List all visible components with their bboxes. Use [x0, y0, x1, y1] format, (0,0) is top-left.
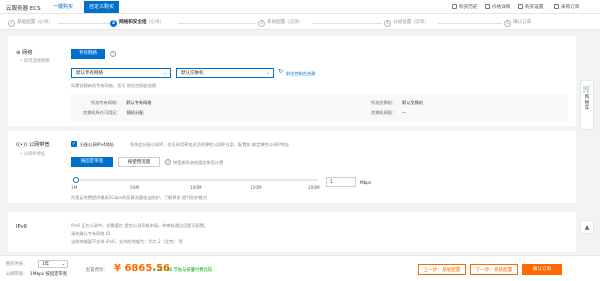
bandwidth-section: ((•)) 公网带宽 • 公网IP地址 ✓ 分配公网IPv4地址 系统会分配公网… [8, 131, 576, 203]
price-detail-link[interactable]: 价格详情 [485, 4, 510, 10]
ipv6-line-1: IPv6 正在公测中，如需要在 提交公测资格申请，待审核通过后即可配置。 [71, 223, 209, 228]
savings-note: ¥ 357.08 节省与按量付费比较 [153, 268, 213, 273]
pay-by-traffic-button[interactable]: 按使用流量 [118, 157, 160, 167]
tab-quick-buy[interactable]: 一键购买 [48, 1, 78, 13]
network-section: ⊕ 网络 • 如何选择网络 专有网络 ? 默认专有网络 ⌄ 默认交换机 ⌄ ↻ 前往… [8, 36, 576, 126]
tick-label: 100M [190, 185, 202, 190]
price-icon [485, 4, 490, 9]
vpc-select[interactable]: 默认专有网络 ⌄ [71, 68, 171, 78]
step-connector [178, 22, 256, 24]
ipv6-section: IPv6 IPv6 正在公测中，如需要在 提交公测资格申请，待审核通过后即可配置… [8, 212, 576, 252]
bandwidth-slider-handle[interactable] [73, 177, 79, 183]
step-connector [58, 22, 110, 24]
bandwidth-title: ((•)) 公网带宽 [16, 142, 50, 148]
tab-custom-buy[interactable]: 自定义购买 [84, 1, 120, 13]
prev-step-button[interactable]: 上一步：基础配置 [418, 264, 466, 275]
top-header: 云服务器 ECS 一键购买 自定义购买 购买历史 价格详情 购买设置 采购订单 [0, 0, 600, 14]
order-icon [554, 4, 559, 9]
history-link[interactable]: 购买历史 [452, 4, 477, 10]
billing-note: 带宽按所选的固定带宽计费 [173, 160, 224, 165]
assign-ipv4-label: 分配公网IPv4地址 [80, 142, 115, 147]
bandwidth-summary-label: 公网带宽： [6, 272, 28, 277]
tick-label: 150M [250, 185, 262, 190]
fee-label: 配置费用： [86, 268, 108, 273]
assign-ipv4-checkbox[interactable]: ✓ [71, 141, 77, 147]
bandwidth-input[interactable]: 1 [326, 177, 356, 187]
step-progress: ✓ 基础配置 (必填) 2 网络和安全组 (必填) 3 系统配置 (选填) 4 分组设置 (选填… [0, 14, 600, 30]
bandwidth-unit: Mbps [360, 180, 372, 185]
settings-link[interactable]: 购买设置 [518, 4, 543, 10]
ddos-note: 阿里云免费提供最高5Gbps的恶意流量攻击防护，了解更多 提升防护能力 [71, 195, 208, 200]
refresh-icon[interactable]: ↻ [278, 68, 283, 75]
step-group[interactable]: 4 分组设置 (选填) [384, 19, 426, 27]
tick-label: 50M [130, 185, 139, 190]
step-basic[interactable]: ✓ 基础配置 (必填) [8, 19, 50, 27]
step-confirm[interactable]: 5 确认订单 [504, 19, 531, 27]
bandwidth-summary-value: 1Mbps 按固定带宽 [30, 272, 67, 277]
step-connector [312, 22, 382, 24]
vpc-type-button[interactable]: 专有网络 [71, 49, 105, 59]
public-ip-help-link[interactable]: • 公网IP地址 [20, 151, 45, 157]
gear-icon [518, 4, 523, 9]
summary-cidr: 交换机网段： — [371, 110, 407, 115]
summary-zone: 交换机所在可用区： 随机分配 [83, 110, 144, 115]
ipv6-line-3: 当前地域暂不支持 IPv6，支持的地域为：华北 2（北京） 等 [71, 239, 183, 244]
network-summary: 所选专有网络： 默认专有网络 交换机所在可用区： 随机分配 所选交换机： 默认交换机 … [71, 94, 568, 122]
history-icon [452, 4, 457, 9]
summary-vpc: 所选专有网络： 默认专有网络 [91, 100, 152, 105]
network-title: ⊕ 网络 [16, 50, 33, 56]
confirm-order-button[interactable]: 确认订单 [522, 264, 562, 275]
duration-label: 购买时长： [6, 262, 28, 267]
bandwidth-slider[interactable] [73, 179, 318, 181]
step-system[interactable]: 3 系统配置 (选填) [258, 19, 300, 27]
cart-float-button[interactable]: 🛒 购物车 [580, 80, 594, 130]
summary-vswitch: 所选交换机： 默认交换机 [371, 100, 424, 105]
console-create-link[interactable]: 前往控制台创建 [286, 71, 315, 77]
ipv6-line-2: 请先确认专有网络 ID [71, 231, 111, 236]
tick-label: 1M [71, 185, 78, 190]
tick-label: 200M [308, 185, 320, 190]
chevron-down-icon: ⌄ [266, 71, 270, 76]
step-network: 2 网络和安全组 (必填) [110, 20, 162, 27]
back-to-top-button[interactable]: ▲ [580, 220, 594, 234]
order-footer: 购买时长： 1年 ⌄ 公网带宽： 1Mbps 按固定带宽 配置费用： ¥ 6865… [0, 255, 600, 281]
duration-select[interactable]: 1年 ⌄ [38, 260, 68, 268]
vswitch-select[interactable]: 默认交换机 ⌄ [176, 68, 274, 78]
chevron-down-icon: ⌄ [163, 71, 167, 76]
network-note: 如需创建新的专有网络，您可 前往控制台创建 [71, 83, 157, 88]
chevron-down-icon: ⌄ [61, 262, 65, 267]
cart-icon: 🛒 [582, 85, 592, 93]
order-link[interactable]: 采购订单 [554, 4, 579, 10]
network-help-link[interactable]: • 如何选择网络 [20, 58, 50, 64]
next-step-button[interactable]: 下一步：系统配置 [470, 264, 518, 275]
help-icon[interactable]: ? [165, 159, 171, 165]
ipv6-title: IPv6 [16, 224, 28, 230]
assign-ipv4-note: 系统会分配公网IP，也可采用更加灵活的弹性公网IP方案，配置和 绑定弹性公网IP… [130, 142, 290, 147]
fixed-bandwidth-button[interactable]: 按固定带宽 [71, 157, 113, 167]
step-connector [438, 22, 502, 24]
help-icon[interactable]: ? [110, 51, 116, 57]
brand-title: 云服务器 ECS [6, 6, 41, 12]
